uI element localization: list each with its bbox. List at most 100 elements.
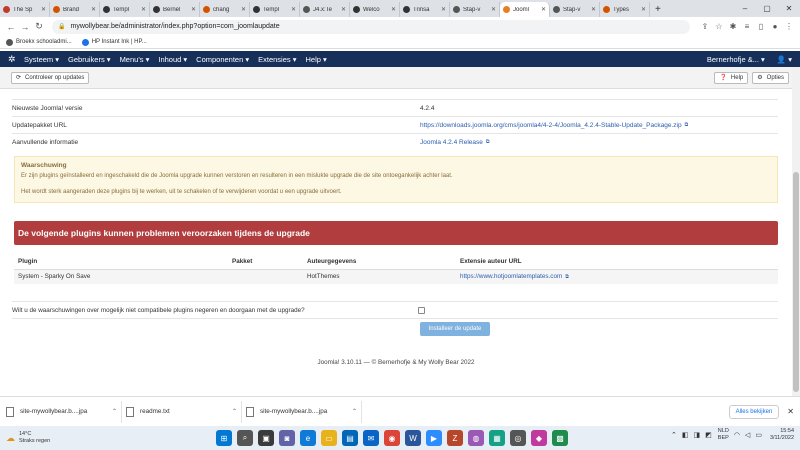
app-icon[interactable]: ▦: [489, 430, 505, 446]
app-icon[interactable]: ◆: [531, 430, 547, 446]
menu-help[interactable]: Help ▾: [306, 55, 327, 64]
close-window-icon[interactable]: ✕: [778, 0, 800, 17]
task-view-icon[interactable]: ▣: [258, 430, 274, 446]
browser-tab[interactable]: Trinsa ✕: [400, 2, 450, 17]
weather-widget[interactable]: ☁ 14°C Straks regen: [6, 431, 50, 445]
browser-tab[interactable]: chang ✕: [200, 2, 250, 17]
tray-app-icon[interactable]: ◩: [705, 431, 712, 439]
minimize-icon[interactable]: –: [734, 0, 756, 17]
bookmark-star-icon[interactable]: ☆: [712, 22, 726, 31]
close-tab-icon[interactable]: ✕: [341, 6, 346, 13]
menu-systeem[interactable]: Systeem ▾: [24, 55, 59, 64]
app-icon[interactable]: ▩: [552, 430, 568, 446]
browser-tab[interactable]: Templ ✕: [100, 2, 150, 17]
volume-icon[interactable]: ◁: [745, 431, 750, 439]
share-icon[interactable]: ⇪: [698, 22, 712, 31]
check-updates-button[interactable]: ⟳ Controleer op updates: [11, 71, 90, 84]
close-tab-icon[interactable]: ✕: [91, 6, 96, 13]
tray-app-icon[interactable]: ◧: [682, 431, 689, 439]
new-tab-button[interactable]: +: [650, 2, 666, 17]
close-tab-icon[interactable]: ✕: [491, 6, 496, 13]
help-button[interactable]: ❓ Help: [714, 71, 749, 84]
browser-tab[interactable]: Stap-v ✕: [450, 2, 500, 17]
menu-menus[interactable]: Menu's ▾: [120, 55, 150, 64]
tab-favicon-icon: [53, 6, 60, 13]
page-scrollbar[interactable]: [792, 67, 800, 396]
chrome-icon[interactable]: ◉: [384, 430, 400, 446]
maximize-icon[interactable]: ▢: [756, 0, 778, 17]
scrollbar-thumb[interactable]: [793, 172, 799, 392]
mail-icon[interactable]: ✉: [363, 430, 379, 446]
download-item[interactable]: site-mywollybear.b....jpa ⌃: [246, 400, 362, 423]
browser-tab[interactable]: J4.x:Te ✕: [300, 2, 350, 17]
windows-start-icon[interactable]: ⊞: [216, 430, 232, 446]
close-tab-icon[interactable]: ✕: [641, 6, 646, 13]
side-panel-icon[interactable]: ▯: [754, 22, 768, 31]
browser-tab[interactable]: Stap-v ✕: [550, 2, 600, 17]
close-tab-icon[interactable]: ✕: [441, 6, 446, 13]
app-icon[interactable]: ◍: [468, 430, 484, 446]
edge-icon[interactable]: e: [300, 430, 316, 446]
clock[interactable]: 15:54 3/11/2022: [770, 428, 794, 442]
bookmark-item[interactable]: HP Instant Ink | HP...: [81, 38, 147, 46]
author-url-link[interactable]: https://www.hotjoomlatemplates.com ⧉: [456, 269, 778, 284]
reading-list-icon[interactable]: ≡: [740, 22, 754, 31]
close-tab-icon[interactable]: ✕: [191, 6, 196, 13]
chevron-up-icon[interactable]: ⌃: [232, 408, 237, 415]
user-menu[interactable]: 👤 ▾: [777, 55, 792, 64]
zoom-icon[interactable]: ▶: [426, 430, 442, 446]
release-link[interactable]: Joomla 4.2.4 Release: [420, 139, 483, 146]
browser-tab[interactable]: The Sp ✕: [0, 2, 50, 17]
tray-app-icon[interactable]: ◨: [694, 431, 701, 439]
store-icon[interactable]: ▤: [342, 430, 358, 446]
close-tab-icon[interactable]: ✕: [391, 6, 396, 13]
browser-tab[interactable]: Bernel ✕: [150, 2, 200, 17]
back-icon[interactable]: ←: [4, 22, 18, 32]
chat-icon[interactable]: ◙: [279, 430, 295, 446]
close-icon[interactable]: ✕: [787, 407, 794, 416]
profile-icon[interactable]: ●: [768, 22, 782, 31]
browser-tab[interactable]: Templ ✕: [250, 2, 300, 17]
menu-inhoud[interactable]: Inhoud ▾: [158, 55, 187, 64]
forward-icon[interactable]: →: [18, 22, 32, 32]
language-indicator[interactable]: NLD BEP: [718, 428, 729, 442]
site-name-menu[interactable]: Bernerhofje &... ▾: [707, 55, 765, 64]
close-tab-icon[interactable]: ✕: [291, 6, 296, 13]
install-update-button[interactable]: Installeer de update: [420, 322, 490, 336]
browser-tab[interactable]: Brand ✕: [50, 2, 100, 17]
extensions-icon[interactable]: ✱: [726, 22, 740, 31]
battery-icon[interactable]: ▭: [755, 431, 762, 439]
chevron-up-icon[interactable]: ⌃: [112, 408, 117, 415]
wifi-icon[interactable]: ◠: [734, 431, 740, 439]
menu-gebruikers[interactable]: Gebruikers ▾: [68, 55, 111, 64]
show-all-downloads-button[interactable]: Alles bekijken: [728, 404, 780, 419]
menu-componenten[interactable]: Componenten ▾: [196, 55, 249, 64]
bookmark-item[interactable]: Broekx schooladmi...: [6, 38, 72, 46]
download-item[interactable]: site-mywollybear.b....jpa ⌃: [6, 400, 122, 423]
search-icon[interactable]: ⌕: [237, 430, 253, 446]
close-tab-icon[interactable]: ✕: [141, 6, 146, 13]
options-button[interactable]: ⚙ Opties: [752, 71, 789, 84]
close-tab-icon[interactable]: ✕: [541, 6, 546, 13]
browser-tab[interactable]: Types ✕: [600, 2, 650, 17]
close-tab-icon[interactable]: ✕: [241, 6, 246, 13]
url-input[interactable]: 🔒 mywollybear.be/administrator/index.php…: [52, 19, 690, 34]
close-tab-icon[interactable]: ✕: [41, 6, 46, 13]
close-tab-icon[interactable]: ✕: [591, 6, 596, 13]
app-icon[interactable]: ◎: [510, 430, 526, 446]
chevron-up-icon[interactable]: ⌃: [671, 431, 677, 439]
browser-menu-icon[interactable]: ⋮: [782, 22, 796, 31]
browser-tab[interactable]: Jooml ✕: [500, 2, 550, 17]
col-package: Pakket: [228, 254, 303, 270]
browser-tab[interactable]: Welco ✕: [350, 2, 400, 17]
package-url-link[interactable]: https://downloads.joomla.org/cms/joomla4…: [420, 122, 682, 129]
chevron-up-icon[interactable]: ⌃: [352, 408, 357, 415]
file-explorer-icon[interactable]: ▭: [321, 430, 337, 446]
joomla-logo-icon[interactable]: ✲: [8, 54, 18, 64]
menu-extensies[interactable]: Extensies ▾: [258, 55, 296, 64]
filezilla-icon[interactable]: Z: [447, 430, 463, 446]
download-item[interactable]: readme.txt ⌃: [126, 400, 242, 423]
ignore-warnings-checkbox[interactable]: [418, 306, 425, 314]
reload-icon[interactable]: ↻: [32, 21, 46, 32]
word-icon[interactable]: W: [405, 430, 421, 446]
